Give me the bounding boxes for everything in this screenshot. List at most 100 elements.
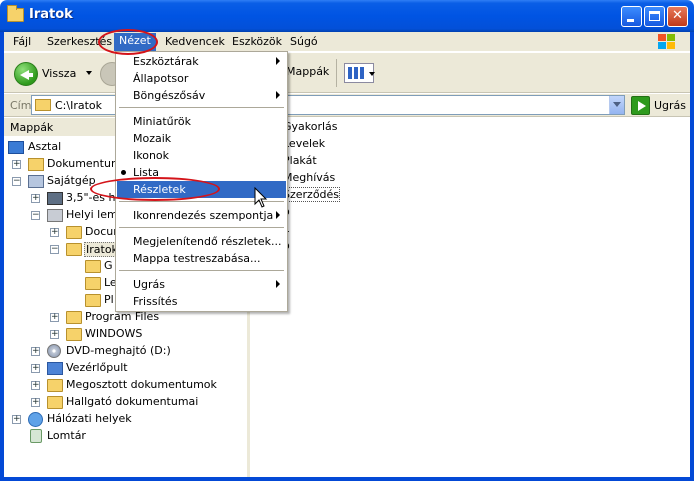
menu-bar: Fájl Szerkesztés Nézet Kedvencek Eszközö…	[4, 32, 690, 52]
menu-separator	[119, 227, 284, 228]
my-documents-icon	[28, 158, 44, 171]
desktop-icon	[8, 141, 24, 154]
menu-view[interactable]: Nézet	[114, 33, 156, 51]
list-item[interactable]: Meghívás	[283, 171, 335, 184]
expand-icon[interactable]: +	[50, 330, 59, 339]
expand-icon[interactable]: +	[31, 381, 40, 390]
computer-icon	[28, 175, 44, 188]
close-icon: ✕	[672, 8, 683, 23]
expand-icon[interactable]: +	[31, 347, 40, 356]
close-button[interactable]: ✕	[667, 6, 688, 27]
tree-label: Megosztott dokumentumok	[66, 378, 217, 391]
chevron-down-icon	[369, 72, 375, 76]
tree-label: Pl	[104, 293, 114, 306]
folder-icon	[85, 260, 101, 273]
expand-icon[interactable]: +	[12, 160, 21, 169]
menu-favorites[interactable]: Kedvencek	[165, 35, 225, 48]
menu-item-list[interactable]: Lista	[117, 164, 286, 181]
hard-disk-icon	[47, 209, 63, 222]
window-frame-bottom	[0, 477, 694, 481]
menu-item-refresh[interactable]: Frissítés	[117, 293, 286, 310]
tree-label: DVD-meghajtó (D:)	[66, 344, 171, 357]
go-button[interactable]: Ugrás	[631, 96, 687, 115]
expand-icon[interactable]: +	[31, 364, 40, 373]
list-item[interactable]: Gyakorlás	[283, 120, 338, 133]
menu-tools[interactable]: Eszközök	[232, 35, 282, 48]
folder-open-icon	[66, 243, 82, 256]
menu-item-label: Ugrás	[133, 278, 166, 291]
expand-icon[interactable]: +	[50, 313, 59, 322]
title-bar[interactable]: Iratok ✕	[0, 0, 694, 32]
menu-item-explorer-bar[interactable]: Böngészősáv	[117, 87, 286, 104]
folder-pane-title: Mappák	[10, 121, 54, 134]
menu-item-label: Állapotsor	[133, 72, 189, 85]
menu-item-label: Miniatűrök	[133, 115, 191, 128]
menu-item-icons[interactable]: Ikonok	[117, 147, 286, 164]
menu-file[interactable]: Fájl	[13, 35, 31, 48]
floppy-drive-icon	[47, 192, 63, 205]
maximize-icon	[649, 11, 660, 21]
back-dropdown-icon[interactable]	[86, 71, 92, 75]
tree-label: Vezérlőpult	[66, 361, 128, 374]
menu-separator	[119, 270, 284, 271]
minimize-icon	[627, 19, 634, 22]
submenu-arrow-icon	[276, 280, 280, 288]
menu-item-label: Eszköztárak	[133, 55, 199, 68]
collapse-icon[interactable]: −	[31, 211, 40, 220]
views-icon	[348, 67, 364, 79]
collapse-icon[interactable]: −	[50, 245, 59, 254]
menu-item-label: Frissítés	[133, 295, 178, 308]
list-item[interactable]: Plakát	[283, 154, 317, 167]
submenu-arrow-icon	[276, 57, 280, 65]
back-button[interactable]: Vissza	[12, 61, 100, 87]
expand-icon[interactable]: +	[31, 398, 40, 407]
menu-item-status-bar[interactable]: Állapotsor	[117, 70, 286, 87]
menu-item-label: Ikonrendezés szempontja	[133, 209, 274, 222]
recycle-bin-icon	[30, 429, 42, 443]
menu-item-arrange-icons[interactable]: Ikonrendezés szempontja	[117, 207, 286, 224]
windows-logo-icon	[658, 34, 676, 50]
address-bar: Cím C:\Iratok Ugrás	[4, 94, 690, 117]
expand-icon[interactable]: +	[50, 228, 59, 237]
folder-icon	[7, 5, 24, 22]
menu-item-label: Részletek	[133, 183, 186, 196]
address-dropdown-button[interactable]	[609, 96, 624, 114]
tree-label: Sajátgép	[47, 174, 96, 187]
folder-icon	[35, 99, 51, 111]
back-label: Vissza	[42, 67, 77, 80]
expand-icon[interactable]: +	[12, 415, 21, 424]
menu-item-customize-folder[interactable]: Mappa testreszabása...	[117, 250, 286, 267]
address-value: C:\Iratok	[55, 99, 103, 112]
folder-icon	[66, 226, 82, 239]
tree-label: Asztal	[28, 140, 62, 153]
expand-icon[interactable]: +	[31, 194, 40, 203]
toolbar-separator	[336, 59, 337, 87]
tree-label: Lomtár	[47, 429, 86, 442]
list-item[interactable]: Szerződés	[281, 187, 341, 202]
menu-item-go-to[interactable]: Ugrás	[117, 276, 286, 293]
window-title: Iratok	[29, 7, 73, 22]
menu-item-choose-details[interactable]: Megjelenítendő részletek...	[117, 233, 286, 250]
checked-bullet-icon	[121, 170, 126, 175]
menu-item-thumbnails[interactable]: Miniatűrök	[117, 113, 286, 130]
collapse-icon[interactable]: −	[12, 177, 21, 186]
menu-item-tiles[interactable]: Mozaik	[117, 130, 286, 147]
views-button[interactable]	[344, 63, 375, 83]
menu-item-label: Böngészősáv	[133, 89, 206, 102]
window-frame-right	[690, 32, 694, 481]
folder-icon	[47, 396, 63, 409]
menu-edit[interactable]: Szerkesztés	[47, 35, 112, 48]
menu-help[interactable]: Súgó	[290, 35, 318, 48]
mouse-cursor-icon	[254, 187, 268, 208]
maximize-button[interactable]	[644, 6, 665, 27]
tree-label: Hálózati helyek	[47, 412, 132, 425]
back-arrow-icon	[14, 62, 38, 86]
list-item[interactable]: Levelek	[283, 137, 325, 150]
address-label: Cím	[10, 99, 32, 112]
file-list: Gyakorlás Levelek Plakát Meghívás Szerző…	[253, 118, 690, 477]
folder-icon	[85, 277, 101, 290]
minimize-button[interactable]	[621, 6, 642, 27]
menu-item-toolbars[interactable]: Eszköztárak	[117, 53, 286, 70]
folders-button[interactable]: Mappák	[286, 65, 329, 78]
menu-item-label: Mappa testreszabása...	[133, 252, 261, 265]
